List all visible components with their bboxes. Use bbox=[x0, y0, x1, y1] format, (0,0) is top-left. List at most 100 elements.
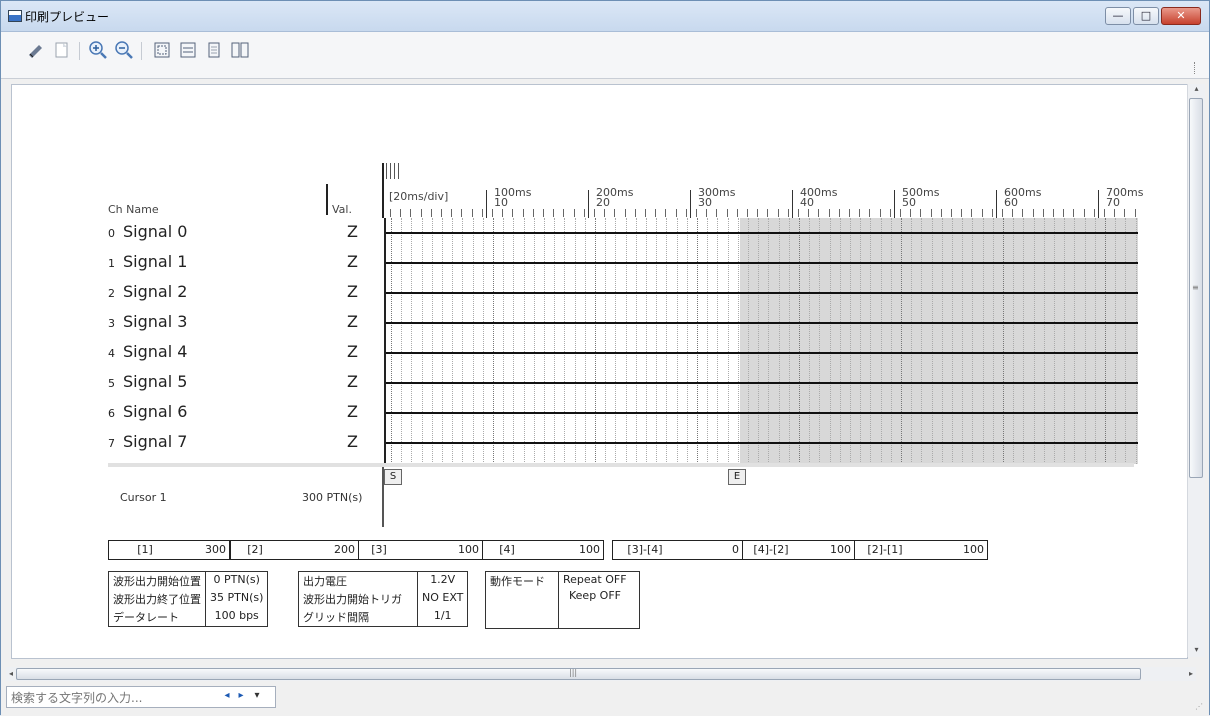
grid-line bbox=[850, 218, 851, 464]
scroll-up-icon[interactable]: ▴ bbox=[1188, 84, 1205, 96]
grid-line bbox=[819, 218, 820, 464]
signal-value: Z bbox=[347, 402, 358, 421]
scroll-left-icon[interactable]: ◂ bbox=[6, 667, 16, 681]
grid-line bbox=[748, 218, 749, 464]
thumb-grip: ≡ bbox=[1192, 283, 1199, 292]
close-button[interactable]: ✕ bbox=[1161, 7, 1201, 25]
start-marker[interactable]: S bbox=[384, 469, 402, 485]
grid-line bbox=[534, 218, 535, 464]
signal-row: 4 Signal 4 bbox=[108, 342, 187, 361]
signal-value: Z bbox=[347, 282, 358, 301]
search-bar: ◂ ▸ ▾ ⋰ bbox=[1, 681, 1209, 716]
grid-line bbox=[503, 218, 504, 464]
start-pos-label: 波形出力開始位置 bbox=[108, 571, 206, 590]
grid-line bbox=[564, 218, 565, 464]
grid-line bbox=[626, 218, 627, 464]
signal-row: 0 Signal 0 bbox=[108, 222, 187, 241]
mode-label: 動作モード bbox=[485, 571, 559, 629]
one-page-icon[interactable] bbox=[203, 40, 225, 62]
search-prev-icon[interactable]: ◂ bbox=[221, 690, 233, 701]
grid-line bbox=[972, 218, 973, 464]
grid-line bbox=[483, 218, 484, 464]
time-div-label: [20ms/div] bbox=[389, 190, 449, 203]
page-icon[interactable] bbox=[51, 40, 73, 62]
grid-line bbox=[717, 218, 718, 464]
rate-value: 100 bps bbox=[204, 608, 269, 627]
resize-grip-icon: ⋰ bbox=[1195, 702, 1203, 711]
grid-line bbox=[952, 218, 953, 464]
time-tick-label: 200ms 20 bbox=[596, 186, 634, 209]
meas-value: 0 bbox=[677, 541, 743, 559]
minimize-button[interactable]: — bbox=[1105, 7, 1131, 25]
signal-index: 2 bbox=[108, 287, 115, 300]
signal-name: Signal 0 bbox=[123, 222, 188, 241]
signal-trace bbox=[386, 292, 1138, 294]
two-page-icon[interactable] bbox=[229, 40, 251, 62]
meas-label: [2] bbox=[247, 543, 263, 556]
grid-line bbox=[462, 218, 463, 464]
grid-line bbox=[983, 218, 984, 464]
zoom-out-icon[interactable] bbox=[113, 40, 135, 62]
toolbar-grip bbox=[1194, 62, 1203, 74]
signal-index: 3 bbox=[108, 317, 115, 330]
grid-line bbox=[391, 218, 392, 464]
meas-label: [4]-[2] bbox=[753, 543, 789, 556]
signal-name: Signal 2 bbox=[123, 282, 188, 301]
grid-line bbox=[768, 218, 769, 464]
grid-line bbox=[707, 218, 708, 464]
grid-line bbox=[1023, 218, 1024, 464]
fit-width-icon[interactable] bbox=[177, 40, 199, 62]
search-options-icon[interactable]: ▾ bbox=[251, 690, 263, 701]
signal-row: 5 Signal 5 bbox=[108, 372, 187, 391]
grid-line bbox=[605, 218, 606, 464]
signal-row: 1 Signal 1 bbox=[108, 252, 187, 271]
vertical-scrollbar[interactable]: ▴ ≡ ▾ bbox=[1187, 84, 1205, 657]
grid-line bbox=[1054, 218, 1055, 464]
maximize-button[interactable]: □ bbox=[1133, 7, 1159, 25]
grid-line bbox=[758, 218, 759, 464]
zoom-in-icon[interactable] bbox=[87, 40, 109, 62]
signal-index: 1 bbox=[108, 257, 115, 270]
meas-value: 200 bbox=[279, 541, 359, 559]
grid-line bbox=[1013, 218, 1014, 464]
scroll-down-icon[interactable]: ▾ bbox=[1188, 645, 1205, 657]
grid-line bbox=[901, 218, 902, 464]
signal-trace bbox=[386, 352, 1138, 354]
grid-line bbox=[840, 218, 841, 464]
search-input[interactable] bbox=[9, 688, 203, 708]
scroll-right-icon[interactable]: ▸ bbox=[1186, 667, 1196, 681]
horizontal-scrollbar[interactable]: ◂ ||| ▸ bbox=[6, 667, 1196, 681]
grid-line bbox=[881, 218, 882, 464]
grid-line bbox=[473, 218, 474, 464]
signal-trace bbox=[386, 412, 1138, 414]
hthumb-grip: ||| bbox=[569, 668, 578, 677]
fit-icon[interactable] bbox=[151, 40, 173, 62]
grid-line bbox=[401, 218, 402, 464]
grid-line bbox=[1095, 218, 1096, 464]
vertical-scroll-thumb[interactable]: ≡ bbox=[1189, 98, 1203, 478]
signal-value: Z bbox=[347, 372, 358, 391]
print-preview-window: 印刷プレビュー — □ ✕ Ch Name Val. [20ms/div] 10… bbox=[0, 0, 1210, 716]
repeat-value: Repeat OFF bbox=[563, 573, 627, 586]
cursor-line[interactable] bbox=[382, 467, 384, 527]
signal-name: Signal 6 bbox=[123, 402, 188, 421]
voltage-label: 出力電圧 bbox=[298, 571, 418, 590]
grid-line bbox=[1044, 218, 1045, 464]
horizontal-scroll-thumb[interactable]: ||| bbox=[16, 668, 1141, 680]
grid-line bbox=[615, 218, 616, 464]
end-marker[interactable]: E bbox=[728, 469, 746, 485]
start-pos-value: 0 PTN(s) bbox=[204, 571, 269, 590]
ch-name-header: Ch Name bbox=[108, 203, 159, 216]
print-icon[interactable] bbox=[25, 40, 47, 62]
grid-line bbox=[677, 218, 678, 464]
signal-trace bbox=[386, 232, 1138, 234]
signal-name: Signal 5 bbox=[123, 372, 188, 391]
grid-line bbox=[942, 218, 943, 464]
cursor-label: Cursor 1 bbox=[120, 491, 167, 504]
time-tick-label: 600ms 60 bbox=[1004, 186, 1042, 209]
grid-line bbox=[666, 218, 667, 464]
grid-line bbox=[524, 218, 525, 464]
grid-line bbox=[1115, 218, 1116, 464]
search-next-icon[interactable]: ▸ bbox=[235, 690, 247, 701]
signal-row: 3 Signal 3 bbox=[108, 312, 187, 331]
